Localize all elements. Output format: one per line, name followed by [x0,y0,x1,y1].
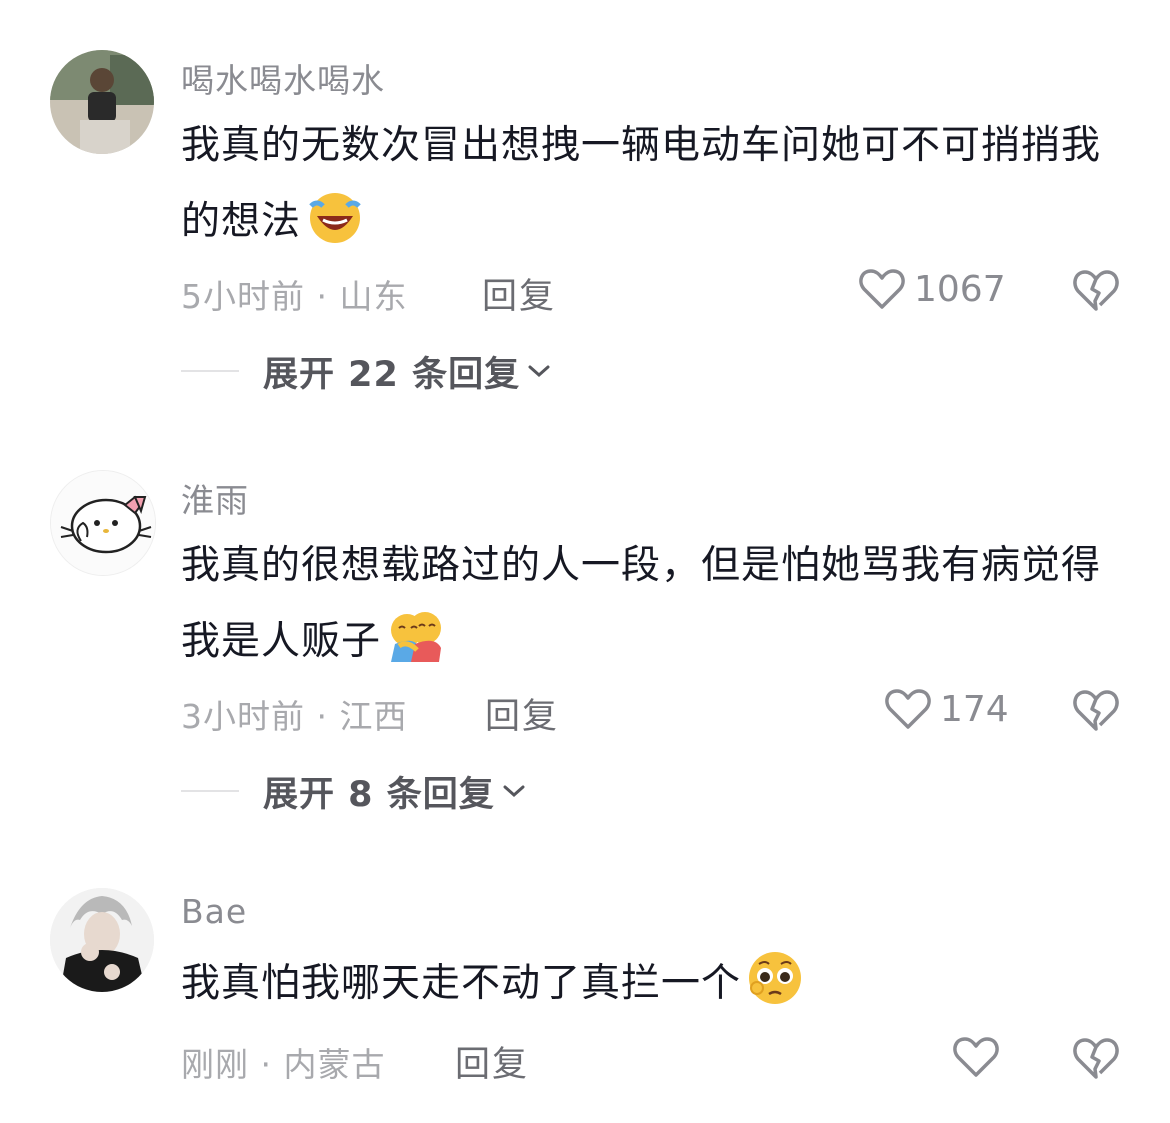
heart-outline-icon [859,269,905,309]
comment-body: 我真怕我哪天走不动了真拦一个 [181,961,742,1006]
expand-replies-label: 展开 8 条回复 [263,774,495,815]
expand-replies-label: 展开 22 条回复 [263,354,521,395]
comment-time: 5小时前 [181,277,305,316]
comment-location: 山东 [339,277,408,316]
broken-heart-icon[interactable] [1072,1035,1120,1081]
meta-separator: · [316,697,328,736]
expand-replies[interactable]: 展开 8 条回复 [181,766,527,816]
avatar-drawing [51,471,155,575]
comment-text: 我真怕我哪天走不动了真拦一个 [181,946,1121,1022]
laughing-crying-emoji [309,193,361,243]
username[interactable]: 淮雨 [181,474,249,522]
meta-separator: · [316,277,328,316]
hugging-emoji [391,612,442,662]
broken-heart-icon[interactable] [1072,267,1120,313]
comment-meta: 刚刚 · 内蒙古 [181,1038,386,1086]
chevron-down-icon [528,365,550,378]
comment-time: 刚刚 [181,1045,249,1084]
comment-time: 3小时前 [181,697,305,736]
reply-button[interactable]: 回复 [482,268,556,319]
comment-meta: 3小时前 · 江西 [181,690,408,738]
like-count: 1067 [914,268,1006,310]
reply-button[interactable]: 回复 [455,1036,529,1087]
username[interactable]: 喝水喝水喝水 [181,54,385,102]
reply-button[interactable]: 回复 [485,688,559,739]
pleading-emoji [749,952,802,1004]
comment-body: 我真的很想载路过的人一段，但是怕她骂我有病觉得我是人贩子 [181,543,1102,664]
heart-outline-icon [885,689,931,729]
heart-outline-icon [953,1037,999,1077]
like-count: 174 [940,688,1009,730]
avatar[interactable] [50,888,154,992]
divider-line [181,790,239,792]
like-button[interactable] [952,1032,1008,1082]
comment-location: 江西 [339,697,408,736]
meta-separator: · [260,1045,272,1084]
avatar[interactable] [50,470,156,576]
comment-location: 内蒙古 [283,1045,386,1084]
avatar-photo [50,50,154,154]
like-button[interactable]: 174 [884,684,1009,734]
broken-heart-icon[interactable] [1072,687,1120,733]
like-button[interactable]: 1067 [858,264,1006,314]
divider-line [181,370,239,372]
comment-meta: 5小时前 · 山东 [181,270,408,318]
expand-replies[interactable]: 展开 22 条回复 [181,346,552,396]
avatar[interactable] [50,50,154,154]
comment-text: 我真的很想载路过的人一段，但是怕她骂我有病觉得我是人贩子 [181,528,1121,680]
comment-text: 我真的无数次冒出想拽一辆电动车问她可不可捎捎我的想法 [181,108,1121,260]
username[interactable]: Bae [181,892,247,931]
chevron-down-icon [503,785,525,798]
avatar-photo [50,888,154,992]
